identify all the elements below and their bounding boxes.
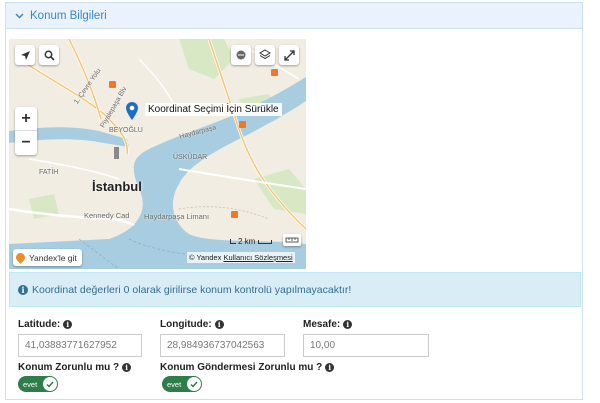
check-icon (187, 377, 201, 391)
copyright-text: © Yandex (189, 253, 222, 262)
location-required-label: Konum Zorunlu mu ? i (18, 362, 132, 373)
layers-button[interactable] (255, 45, 275, 65)
map-label-haydarpasa-limani: Haydarpaşa Limanı (144, 212, 210, 221)
latitude-input[interactable] (18, 334, 142, 357)
distance-input[interactable] (303, 334, 429, 357)
send-location-required-label-text: Konum Göndermesi Zorunlu mu ? (160, 362, 323, 373)
navigation-arrow-icon (20, 50, 30, 60)
fullscreen-button[interactable] (279, 45, 299, 65)
info-message: Koordinat değerleri 0 olarak girilirse k… (32, 283, 352, 296)
longitude-label-text: Longitude: (160, 319, 212, 330)
map-copyright: © Yandex Kullanıcı Sözleşmesi (187, 252, 295, 263)
longitude-input[interactable] (160, 334, 285, 357)
chevron-down-icon[interactable] (14, 11, 24, 21)
traffic-button[interactable] (231, 45, 251, 65)
layers-icon (259, 49, 271, 60)
latitude-label-text: Latitude: (18, 319, 61, 330)
scale-tick (230, 239, 236, 244)
location-panel: Konum Bilgileri 1. Çevre Yolu Piyalepaşa… (5, 2, 583, 400)
info-icon[interactable]: i (325, 363, 335, 372)
expand-icon (283, 49, 295, 61)
yandex-link[interactable]: Yandex'le git (13, 249, 82, 266)
map-label-uskudar: ÜSKÜDAR (173, 154, 208, 161)
locate-button[interactable] (15, 45, 35, 65)
city-label: İstanbul (92, 179, 142, 194)
send-location-required-label: Konum Göndermesi Zorunlu mu ? i (160, 362, 335, 373)
info-alert: i Koordinat değerleri 0 olarak girilirse… (9, 272, 581, 307)
info-icon[interactable]: i (63, 320, 73, 329)
map-label-kennedy: Kennedy Cad (84, 211, 130, 220)
location-required-toggle[interactable]: evet (18, 376, 58, 392)
map-label-fatih: FATİH (39, 169, 59, 176)
panel-header[interactable]: Konum Bilgileri (6, 3, 582, 29)
terms-link[interactable]: Kullanıcı Sözleşmesi (223, 253, 292, 262)
ruler-button[interactable] (283, 234, 301, 246)
map-scale: 2 km (230, 237, 273, 246)
info-icon[interactable]: i (214, 320, 224, 329)
toggle-state-text: evet (167, 379, 182, 389)
info-icon[interactable]: i (343, 320, 353, 329)
zoom-control: + − (15, 107, 37, 155)
send-location-required-toggle[interactable]: evet (162, 376, 202, 392)
longitude-label: Longitude: i (160, 319, 224, 330)
panel-title: Konum Bilgileri (30, 9, 107, 22)
info-icon[interactable]: i (122, 363, 132, 372)
map-label-beyoglu: BEYOĞLU (109, 127, 143, 134)
traffic-icon (236, 50, 246, 60)
map-background (9, 39, 306, 269)
check-icon (43, 377, 57, 391)
drag-hint-label: Koordinat Seçimi İçin Sürükle (145, 103, 282, 116)
scale-text: 2 km (238, 237, 256, 246)
latitude-label: Latitude: i (18, 319, 73, 330)
map-pin-icon[interactable] (125, 101, 139, 121)
toggle-state-text: evet (23, 379, 38, 389)
info-icon: i (18, 284, 28, 295)
yandex-link-text: Yandex'le git (29, 252, 77, 263)
distance-label: Mesafe: i (303, 319, 353, 330)
distance-label-text: Mesafe: (303, 319, 341, 330)
map-view[interactable]: 1. Çevre Yolu Piyalepaşa Blv BEYOĞLU FAT… (9, 39, 306, 269)
yandex-pin-icon (14, 251, 27, 264)
zoom-in-button[interactable]: + (15, 107, 37, 131)
scale-bar (258, 239, 273, 244)
zoom-out-button[interactable]: − (15, 131, 37, 155)
location-required-label-text: Konum Zorunlu mu ? (18, 362, 120, 373)
map-search-button[interactable] (39, 45, 59, 65)
ruler-icon (285, 237, 299, 243)
search-icon (44, 50, 55, 61)
